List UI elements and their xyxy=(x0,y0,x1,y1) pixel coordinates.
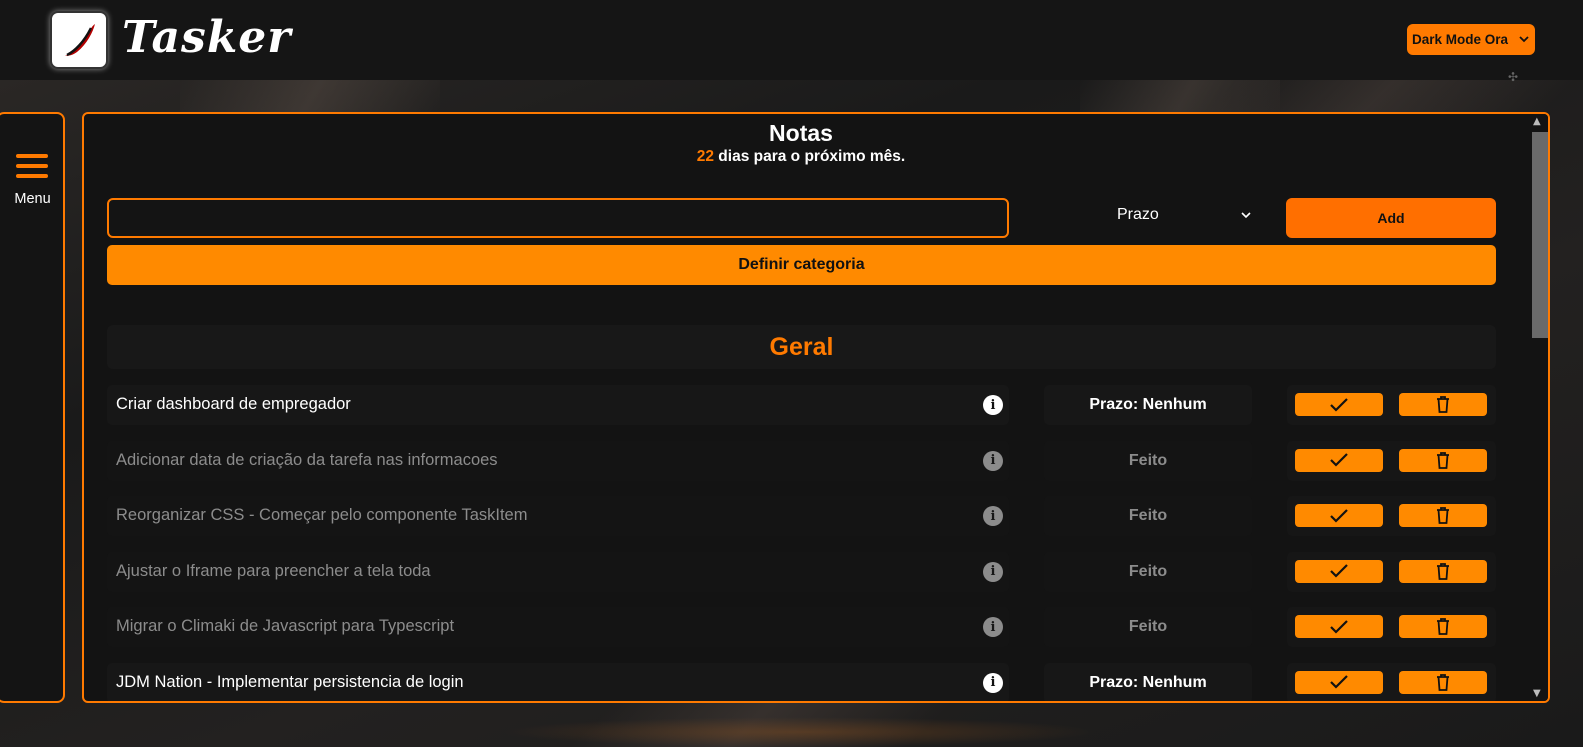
chevron-down-icon xyxy=(1240,208,1252,226)
task-name: Reorganizar CSS - Começar pelo component… xyxy=(116,506,528,524)
task-actions xyxy=(1287,662,1496,701)
app-name: Tasker xyxy=(122,12,292,63)
checkmark-icon xyxy=(1330,508,1348,523)
info-icon[interactable]: i xyxy=(983,672,1003,693)
page-title: Notas xyxy=(769,120,833,146)
delete-button[interactable] xyxy=(1399,393,1487,416)
define-category-button[interactable]: Definir categoria xyxy=(107,245,1496,285)
trash-icon xyxy=(1437,451,1449,469)
chevron-down-icon xyxy=(1519,32,1529,47)
task-row: Ajustar o Iframe para preencher a tela t… xyxy=(107,551,1496,592)
countdown-text: 22 dias para o próximo mês. xyxy=(84,148,1518,166)
task-name-box: JDM Nation - Implementar persistencia de… xyxy=(107,662,1009,701)
task-actions xyxy=(1287,440,1496,481)
trash-icon xyxy=(1437,507,1449,524)
menu-label[interactable]: Menu xyxy=(0,191,67,207)
add-button[interactable]: Add xyxy=(1286,198,1496,238)
checkmark-icon xyxy=(1330,564,1348,578)
notes-panel: Notas 22 dias para o próximo mês. Prazo … xyxy=(82,112,1550,703)
trash-icon xyxy=(1437,396,1449,413)
theme-select-value: Dark Mode Ora xyxy=(1412,32,1509,47)
task-input[interactable] xyxy=(107,198,1009,238)
background-glow xyxy=(500,717,1100,747)
task-name-box: Adicionar data de criação da tarefa nas … xyxy=(107,440,1009,481)
delete-button[interactable] xyxy=(1399,559,1487,583)
checkmark-icon xyxy=(1330,675,1348,689)
tasker-logo-icon[interactable] xyxy=(50,11,108,69)
task-status: Prazo: Nenhum xyxy=(1044,662,1252,701)
delete-button[interactable] xyxy=(1399,504,1487,527)
task-status: Feito xyxy=(1044,607,1252,647)
theme-select[interactable]: Dark Mode Ora xyxy=(1407,24,1535,55)
delete-button[interactable] xyxy=(1399,615,1487,638)
hamburger-menu-icon[interactable] xyxy=(16,154,48,178)
task-name-box: Reorganizar CSS - Começar pelo component… xyxy=(107,496,1009,536)
scrollbar[interactable]: ▲ ▼ xyxy=(1530,114,1548,701)
countdown-days: 22 xyxy=(696,148,714,165)
deadline-select[interactable]: Prazo xyxy=(1117,206,1252,230)
delete-button[interactable] xyxy=(1399,670,1487,694)
checkmark-icon xyxy=(1330,453,1348,467)
checkmark-icon xyxy=(1330,397,1348,412)
task-row: Reorganizar CSS - Começar pelo component… xyxy=(107,496,1496,536)
task-status: Feito xyxy=(1044,496,1252,536)
task-name: Adicionar data de criação da tarefa nas … xyxy=(116,450,498,469)
complete-button[interactable] xyxy=(1295,559,1383,583)
task-row: Adicionar data de criação da tarefa nas … xyxy=(107,440,1496,481)
info-icon[interactable]: i xyxy=(983,506,1003,526)
task-row: JDM Nation - Implementar persistencia de… xyxy=(107,662,1496,701)
complete-button[interactable] xyxy=(1295,448,1383,472)
task-actions xyxy=(1287,385,1496,425)
checkmark-icon xyxy=(1330,619,1348,634)
task-name-box: Ajustar o Iframe para preencher a tela t… xyxy=(107,551,1009,592)
complete-button[interactable] xyxy=(1295,393,1383,416)
task-name: Criar dashboard de empregador xyxy=(116,395,351,413)
scroll-up-icon[interactable]: ▲ xyxy=(1533,116,1541,127)
trash-icon xyxy=(1437,618,1449,635)
scrollbar-thumb[interactable] xyxy=(1532,132,1548,338)
task-actions xyxy=(1287,496,1496,536)
task-name-box: Migrar o Climaki de Javascript para Type… xyxy=(107,607,1009,647)
task-row: Migrar o Climaki de Javascript para Type… xyxy=(107,607,1496,647)
info-icon[interactable]: i xyxy=(983,617,1003,637)
task-name-box: Criar dashboard de empregador i xyxy=(107,385,1009,425)
task-status: Prazo: Nenhum xyxy=(1044,385,1252,425)
countdown-label: dias para o próximo mês. xyxy=(714,148,906,165)
task-name: Migrar o Climaki de Javascript para Type… xyxy=(116,617,455,635)
delete-button[interactable] xyxy=(1399,448,1487,472)
task-row: Criar dashboard de empregador i Prazo: N… xyxy=(107,385,1496,425)
sidebar: Menu xyxy=(0,112,65,703)
task-status: Feito xyxy=(1044,551,1252,592)
scroll-down-icon[interactable]: ▼ xyxy=(1533,688,1541,699)
top-header: Tasker Dark Mode Ora xyxy=(0,0,1583,80)
complete-button[interactable] xyxy=(1295,615,1383,638)
category-header: Geral xyxy=(107,325,1496,369)
info-icon[interactable]: i xyxy=(983,450,1003,471)
settings-icon: ✣ xyxy=(1508,70,1519,84)
complete-button[interactable] xyxy=(1295,504,1383,527)
task-actions xyxy=(1287,551,1496,592)
task-status: Feito xyxy=(1044,440,1252,481)
task-actions xyxy=(1287,607,1496,647)
task-name: Ajustar o Iframe para preencher a tela t… xyxy=(116,561,431,580)
trash-icon xyxy=(1437,562,1449,580)
info-icon[interactable]: i xyxy=(983,561,1003,582)
deadline-select-value: Prazo xyxy=(1117,206,1159,223)
task-name: JDM Nation - Implementar persistencia de… xyxy=(116,672,464,691)
trash-icon xyxy=(1437,673,1449,691)
info-icon[interactable]: i xyxy=(983,395,1003,415)
complete-button[interactable] xyxy=(1295,670,1383,694)
